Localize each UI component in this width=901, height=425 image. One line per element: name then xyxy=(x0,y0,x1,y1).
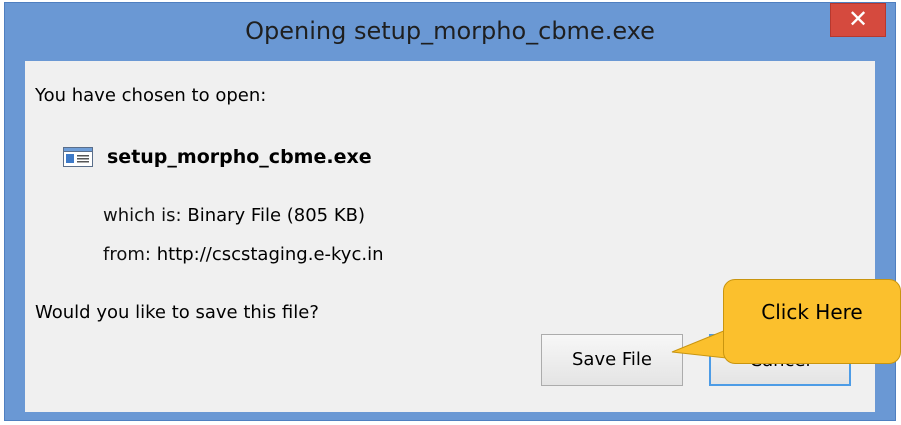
from-label: from: xyxy=(103,244,151,265)
callout-pointer xyxy=(671,330,727,359)
executable-file-icon xyxy=(63,147,93,167)
file-source-value: http://cscstaging.e-kyc.in xyxy=(156,244,384,265)
save-question: Would you like to save this file? xyxy=(35,302,319,323)
file-row: setup_morpho_cbme.exe xyxy=(63,146,372,168)
which-is-label: which is: xyxy=(103,205,182,226)
dialog-title: Opening setup_morpho_cbme.exe xyxy=(245,17,655,45)
save-file-button[interactable]: Save File xyxy=(541,334,683,386)
file-source-row: from: http://cscstaging.e-kyc.in xyxy=(103,244,383,265)
file-name: setup_morpho_cbme.exe xyxy=(107,146,372,168)
close-button[interactable]: ✕ xyxy=(830,3,886,37)
file-type-value: Binary File (805 KB) xyxy=(187,205,366,226)
file-type-row: which is: Binary File (805 KB) xyxy=(103,205,365,226)
click-here-callout: Click Here xyxy=(723,279,901,364)
intro-text: You have chosen to open: xyxy=(35,85,267,106)
close-icon: ✕ xyxy=(847,5,869,33)
